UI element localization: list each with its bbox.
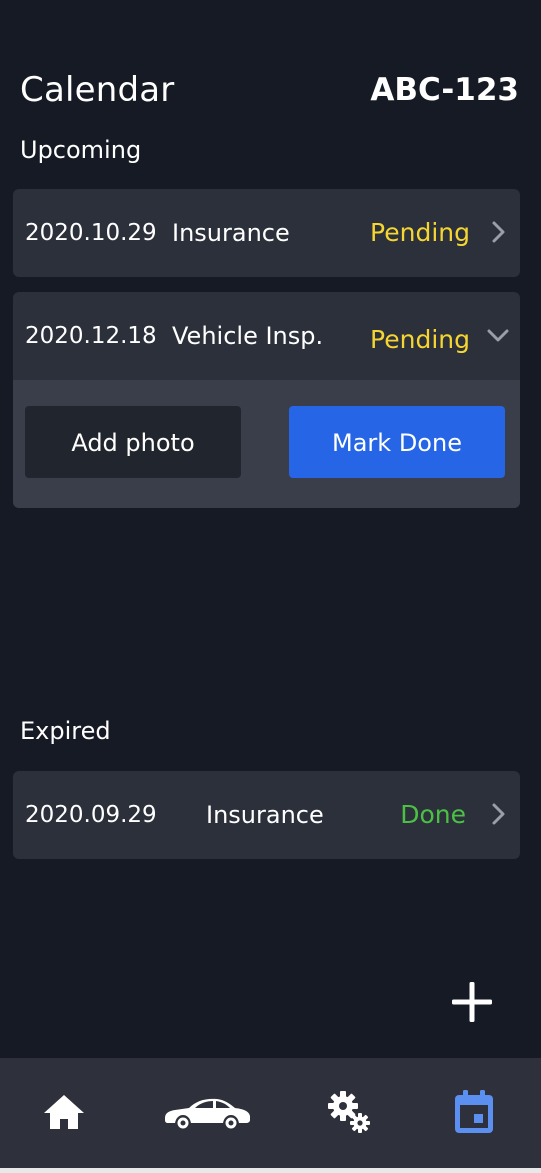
nav-item-calendar[interactable]: [430, 1058, 518, 1166]
nav-item-settings[interactable]: [305, 1058, 393, 1166]
item-name: Vehicle Insp.: [172, 322, 324, 350]
chevron-down-icon[interactable]: [486, 324, 510, 348]
vehicle-plate[interactable]: ABC-123: [370, 72, 519, 108]
expired-section-label: Expired: [20, 717, 111, 745]
home-icon: [44, 1095, 84, 1129]
chevron-right-icon[interactable]: [486, 220, 510, 244]
page-title: Calendar: [20, 70, 175, 110]
upcoming-section-label: Upcoming: [20, 136, 142, 164]
list-item-upcoming-vehicle-inspection[interactable]: 2020.12.18 Vehicle Insp. Pending Add pho…: [13, 292, 520, 508]
bottom-nav: [0, 1058, 541, 1173]
item-expanded-panel: Add photo Mark Done: [13, 380, 520, 508]
bottom-edge: [0, 1168, 541, 1173]
car-icon: [165, 1098, 250, 1131]
item-name: Insurance: [172, 219, 290, 247]
list-item-upcoming-insurance[interactable]: 2020.10.29 Insurance Pending: [13, 189, 520, 277]
item-date: 2020.12.18: [25, 323, 157, 349]
item-date: 2020.10.29: [25, 220, 157, 246]
chevron-right-icon[interactable]: [486, 802, 510, 826]
item-name: Insurance: [206, 801, 324, 829]
status-badge: Pending: [370, 218, 470, 247]
item-date: 2020.09.29: [25, 802, 157, 828]
list-item-expired-insurance[interactable]: 2020.09.29 Insurance Done: [13, 771, 520, 859]
status-badge: Pending: [370, 325, 470, 354]
status-badge: Done: [400, 800, 466, 829]
nav-item-home[interactable]: [20, 1058, 108, 1166]
add-icon[interactable]: [450, 980, 494, 1024]
settings-icon: [328, 1091, 370, 1133]
mark-done-button[interactable]: Mark Done: [289, 406, 505, 478]
calendar-icon: [455, 1090, 493, 1133]
nav-item-vehicle[interactable]: [155, 1058, 259, 1166]
add-photo-button[interactable]: Add photo: [25, 406, 241, 478]
